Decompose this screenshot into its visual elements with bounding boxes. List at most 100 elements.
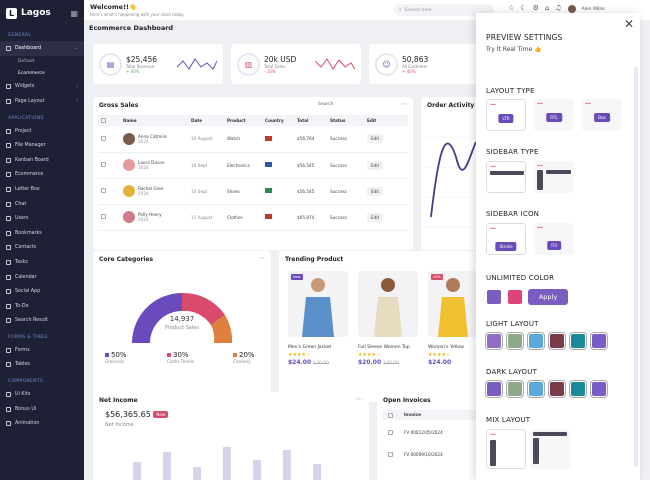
sidebar-item-ui-kits[interactable]: Ui Kits	[0, 387, 84, 402]
flag-icon	[265, 214, 272, 219]
invoice-row[interactable]: FV 00012/05/2024	[382, 430, 481, 435]
color-swatch-primary[interactable]	[487, 290, 501, 304]
menu-icon	[6, 186, 11, 192]
dark-layout-swatch[interactable]	[508, 382, 522, 396]
sidebar-item-animation[interactable]: Animation	[0, 416, 84, 431]
avatar[interactable]	[567, 5, 576, 13]
sidebar-item-dashboard[interactable]: Dashboard ⌄	[0, 41, 84, 56]
invoice-row[interactable]: FV 00009/10/2024	[382, 452, 481, 457]
edit-button[interactable]: Edit	[367, 186, 384, 196]
product-image[interactable]	[358, 271, 418, 337]
sidebar-item-bonus-ui[interactable]: Bonus Ui	[0, 402, 84, 417]
dark-layout-swatch[interactable]	[592, 382, 606, 396]
more-icon[interactable]: ⋯	[400, 100, 407, 108]
sidebar-item-project[interactable]: Project	[0, 124, 84, 139]
layout-option-box[interactable]: ••• Box	[582, 99, 622, 131]
chevron-right-icon: ›	[76, 83, 78, 90]
row-checkbox[interactable]	[101, 135, 106, 141]
color-swatch-secondary[interactable]	[508, 290, 522, 304]
sidebar-item-ecommerce[interactable]: Ecommerce	[0, 168, 84, 183]
grid-icon[interactable]: ▦	[70, 9, 78, 18]
row-checkbox[interactable]	[388, 452, 393, 457]
sidebar-item-bookmarks[interactable]: Bookmarks	[0, 226, 84, 241]
open-invoices-card: Open Invoices Invoice FV 00012/05/2024 F…	[377, 392, 481, 480]
sidebar-item-tables[interactable]: Tables	[0, 358, 84, 373]
sidebar-type-horizontal[interactable]: •••	[486, 161, 526, 193]
sidebar-type-vertical[interactable]: •••	[534, 161, 574, 193]
sidebar-item-tasks[interactable]: Tasks	[0, 255, 84, 270]
wallet-icon: ▤	[99, 52, 122, 76]
sidebar-item-contacts[interactable]: Contacts	[0, 241, 84, 256]
layout-option-rtl[interactable]: ••• RTL	[534, 99, 574, 131]
sidebar-item-letter-box[interactable]: Letter Box	[0, 182, 84, 197]
cart-icon[interactable]: ⌂	[545, 4, 549, 13]
table-row: Laura Dacon 2024 10 Sept Electronics $56,545…	[98, 152, 408, 179]
product-name[interactable]: Men's Green Jacket	[288, 345, 331, 350]
mix-layout-option-1[interactable]: •••	[486, 429, 526, 469]
light-layout-swatch[interactable]	[508, 334, 522, 348]
row-checkbox[interactable]	[388, 430, 393, 435]
moon-icon[interactable]: ☾	[520, 4, 526, 13]
sidebar-item-forms[interactable]: Forms	[0, 343, 84, 358]
product-image[interactable]: 20%	[428, 271, 478, 337]
star-icon[interactable]: ☆	[508, 4, 514, 13]
table-row: Rachel Gree 2024 10 Sept Shoes $56,545 Succes…	[98, 178, 408, 205]
dark-layout-swatch[interactable]	[550, 382, 564, 396]
sidebar-item-users[interactable]: Users	[0, 211, 84, 226]
users-icon: ☺	[375, 52, 398, 76]
sidebar-sub-default[interactable]: Default	[0, 56, 84, 68]
stat-card-customers: ☺ 50,863 All Customer + 40%	[369, 44, 479, 84]
dark-layout-swatch[interactable]	[487, 382, 501, 396]
sidebar-sub-ecommerce[interactable]: Ecommerce	[0, 68, 84, 80]
row-checkbox[interactable]	[101, 214, 106, 219]
product-name[interactable]: Full Sleeve Women Top	[358, 345, 410, 350]
mix-layout-option-2[interactable]	[530, 429, 570, 469]
dark-layout-swatch[interactable]	[529, 382, 543, 396]
select-all-checkbox[interactable]	[388, 412, 393, 418]
light-layout-swatch[interactable]	[550, 334, 564, 348]
sidebar-item-chat[interactable]: Chat	[0, 197, 84, 212]
search-icon: ⌕	[399, 8, 402, 13]
light-layout-swatch[interactable]	[529, 334, 543, 348]
net-income-title: Net Income	[99, 397, 138, 404]
sidebar-item-page-layout[interactable]: Page Layout ›	[0, 94, 84, 109]
select-all-checkbox[interactable]	[101, 117, 106, 123]
edit-button[interactable]: Edit	[367, 212, 384, 222]
sidebar-item-file-manager[interactable]: File Manager	[0, 138, 84, 153]
home-icon	[6, 45, 11, 51]
sidebar-item-social-app[interactable]: Social App	[0, 284, 84, 299]
sidebar-item-search-result[interactable]: Search Result	[0, 314, 84, 329]
edit-button[interactable]: Edit	[367, 160, 384, 170]
brand[interactable]: L Lagos ▦	[0, 0, 84, 26]
bell-icon[interactable]: ♫	[555, 4, 561, 13]
light-layout-swatch[interactable]	[487, 334, 501, 348]
more-icon[interactable]: ⋯	[356, 395, 363, 403]
row-checkbox[interactable]	[101, 162, 106, 167]
close-icon[interactable]: ✕	[624, 17, 634, 31]
sidebar-item-widgets[interactable]: Widgets ›	[0, 80, 84, 95]
menu-icon	[6, 230, 11, 236]
sidebar-icon-fill[interactable]: ••• Fill	[534, 223, 574, 255]
gear-icon[interactable]: ⚙	[533, 4, 539, 13]
menu-icon	[6, 143, 11, 149]
sidebar-item-kanban-board[interactable]: Kanban Board	[0, 153, 84, 168]
dark-layout-swatch[interactable]	[571, 382, 585, 396]
apply-button[interactable]: Apply	[528, 289, 568, 305]
order-activity-chart	[421, 136, 481, 228]
light-layout-swatch[interactable]	[592, 334, 606, 348]
sidebar-icon-stroke[interactable]: ••• Stroke	[486, 223, 526, 255]
light-layout-swatch[interactable]	[571, 334, 585, 348]
widget-icon	[6, 84, 11, 90]
product-image[interactable]: New	[288, 271, 348, 337]
preview-title: PREVIEW SETTINGS	[486, 33, 563, 42]
table-search-input[interactable]: Search	[318, 102, 333, 107]
more-icon[interactable]: ⋯	[258, 254, 265, 262]
edit-button[interactable]: Edit	[367, 134, 384, 144]
avatar	[123, 132, 135, 145]
layout-option-ltr[interactable]: ••• LTR	[486, 99, 526, 131]
product-name[interactable]: Women's Yellow	[428, 345, 464, 350]
row-checkbox[interactable]	[101, 188, 106, 193]
sidebar-item-to-do[interactable]: To-Do	[0, 299, 84, 314]
scrollbar[interactable]	[634, 67, 638, 467]
sidebar-item-calendar[interactable]: Calendar	[0, 270, 84, 285]
